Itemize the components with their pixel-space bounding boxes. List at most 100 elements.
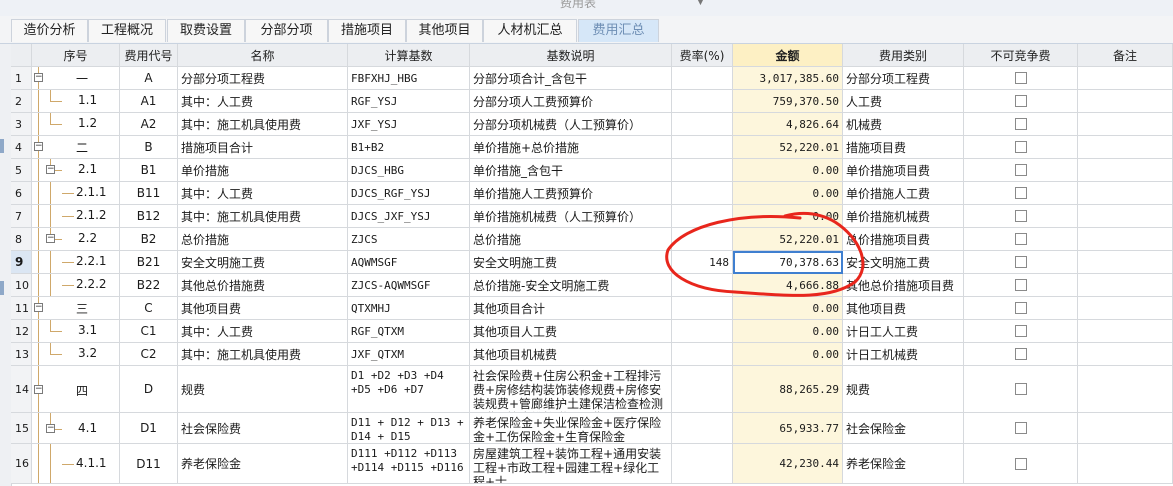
collapse-toggle-icon[interactable]: − [34,303,43,312]
sequence-cell[interactable]: 2.2.1 [32,251,120,274]
sequence-cell[interactable]: − 三 [32,297,120,320]
fee-name[interactable]: 其中：施工机具使用费 [178,205,348,228]
remark-cell[interactable] [1078,228,1173,251]
calc-base[interactable]: RGF_YSJ [348,90,470,113]
fee-rate[interactable] [672,274,733,297]
row-number[interactable]: 14 [11,366,32,413]
remark-cell[interactable] [1078,67,1173,90]
column-header-base[interactable]: 计算基数 [348,44,470,67]
fee-name[interactable]: 其他总价措施费 [178,274,348,297]
fee-code[interactable]: B [120,136,178,159]
calc-base[interactable]: B1+B2 [348,136,470,159]
amount[interactable]: 70,378.63 [733,251,843,274]
amount[interactable]: 0.00 [733,182,843,205]
remark-cell[interactable] [1078,159,1173,182]
base-description[interactable]: 其他项目机械费 [470,343,672,366]
sequence-cell[interactable]: 4.1.1 [32,444,120,484]
amount[interactable]: 88,265.29 [733,366,843,413]
row-number[interactable]: 16 [11,444,32,484]
base-description[interactable]: 安全文明施工费 [470,251,672,274]
remark-cell[interactable] [1078,444,1173,484]
base-description[interactable]: 单价措施机械费（人工预算价） [470,205,672,228]
collapse-toggle-icon[interactable]: − [34,142,43,151]
calc-base[interactable]: ZJCS [348,228,470,251]
fee-type[interactable]: 措施项目费 [843,136,964,159]
fee-code[interactable]: D11 [120,444,178,484]
remark-cell[interactable] [1078,320,1173,343]
fee-type[interactable]: 其他总价措施项目费 [843,274,964,297]
amount[interactable]: 0.00 [733,205,843,228]
fee-code[interactable]: C [120,297,178,320]
row-number[interactable]: 9 [11,251,32,274]
fee-name[interactable]: 措施项目合计 [178,136,348,159]
fee-name[interactable]: 分部分项工程费 [178,67,348,90]
calc-base[interactable]: RGF_QTXM [348,320,470,343]
fee-name[interactable]: 养老保险金 [178,444,348,484]
fee-type[interactable]: 机械费 [843,113,964,136]
amount[interactable]: 0.00 [733,297,843,320]
fee-rate[interactable] [672,182,733,205]
fee-rate[interactable] [672,320,733,343]
fee-rate[interactable] [672,297,733,320]
tab-4[interactable]: 措施项目 [328,19,406,42]
fee-type[interactable]: 计日工机械费 [843,343,964,366]
fee-name[interactable]: 其中：人工费 [178,182,348,205]
base-description[interactable]: 养老保险金+失业保险金+医疗保险金+工伤保险金+生育保险金 [470,413,672,444]
sequence-cell[interactable]: 3.2 [32,343,120,366]
remark-cell[interactable] [1078,136,1173,159]
row-number[interactable]: 13 [11,343,32,366]
fee-rate[interactable] [672,159,733,182]
fee-code[interactable]: D1 [120,413,178,444]
noncompete-checkbox[interactable] [1014,457,1027,470]
remark-cell[interactable] [1078,274,1173,297]
amount[interactable]: 3,017,385.60 [733,67,843,90]
remark-cell[interactable] [1078,366,1173,413]
fee-type[interactable]: 分部分项工程费 [843,67,964,90]
fee-code[interactable]: B2 [120,228,178,251]
fee-rate[interactable] [672,366,733,413]
fee-type[interactable]: 单价措施人工费 [843,182,964,205]
column-header-remark[interactable]: 备注 [1078,44,1173,67]
remark-cell[interactable] [1078,413,1173,444]
base-description[interactable]: 总价措施-安全文明施工费 [470,274,672,297]
base-description[interactable]: 分部分项合计_含包干 [470,67,672,90]
fee-name[interactable]: 其中：人工费 [178,90,348,113]
calc-base[interactable]: QTXMHJ [348,297,470,320]
fee-name[interactable]: 其中：施工机具使用费 [178,343,348,366]
base-description[interactable]: 其他项目人工费 [470,320,672,343]
sequence-cell[interactable]: − 一 [32,67,120,90]
noncompete-checkbox[interactable] [1014,325,1027,337]
base-description[interactable]: 单价措施_含包干 [470,159,672,182]
amount[interactable]: 52,220.01 [733,136,843,159]
sequence-cell[interactable]: 2.1.2 [32,205,120,228]
column-header-rate[interactable]: 费率(%) [672,44,733,67]
fee-type[interactable]: 计日工人工费 [843,320,964,343]
fee-code[interactable]: B1 [120,159,178,182]
column-header-noncompete[interactable]: 不可竞争费 [964,44,1078,67]
base-description[interactable]: 单价措施+总价措施 [470,136,672,159]
collapse-toggle-icon[interactable]: − [46,165,55,174]
amount[interactable]: 65,933.77 [733,413,843,444]
sequence-cell[interactable]: − 二 [32,136,120,159]
fee-name[interactable]: 其中：施工机具使用费 [178,113,348,136]
fee-rate[interactable] [672,444,733,484]
fee-type[interactable]: 其他项目费 [843,297,964,320]
calc-base[interactable]: JXF_QTXM [348,343,470,366]
amount[interactable]: 42,230.44 [733,444,843,484]
row-number[interactable]: 7 [11,205,32,228]
tab-5[interactable]: 其他项目 [406,19,483,42]
column-header-type[interactable]: 费用类别 [843,44,964,67]
collapse-toggle-icon[interactable]: − [34,385,43,394]
fee-rate[interactable] [672,413,733,444]
amount[interactable]: 4,666.88 [733,274,843,297]
fee-name[interactable]: 单价措施 [178,159,348,182]
sequence-cell[interactable]: 1.2 [32,113,120,136]
fee-type[interactable]: 单价措施机械费 [843,205,964,228]
sequence-cell[interactable]: − 4.1 [32,413,120,444]
noncompete-checkbox[interactable] [1014,383,1027,395]
fee-rate[interactable] [672,90,733,113]
fee-rate[interactable] [672,67,733,90]
calc-base[interactable]: D1 +D2 +D3 +D4 +D5 +D6 +D7 [348,366,470,413]
fee-code[interactable]: D [120,366,178,413]
amount[interactable]: 0.00 [733,320,843,343]
